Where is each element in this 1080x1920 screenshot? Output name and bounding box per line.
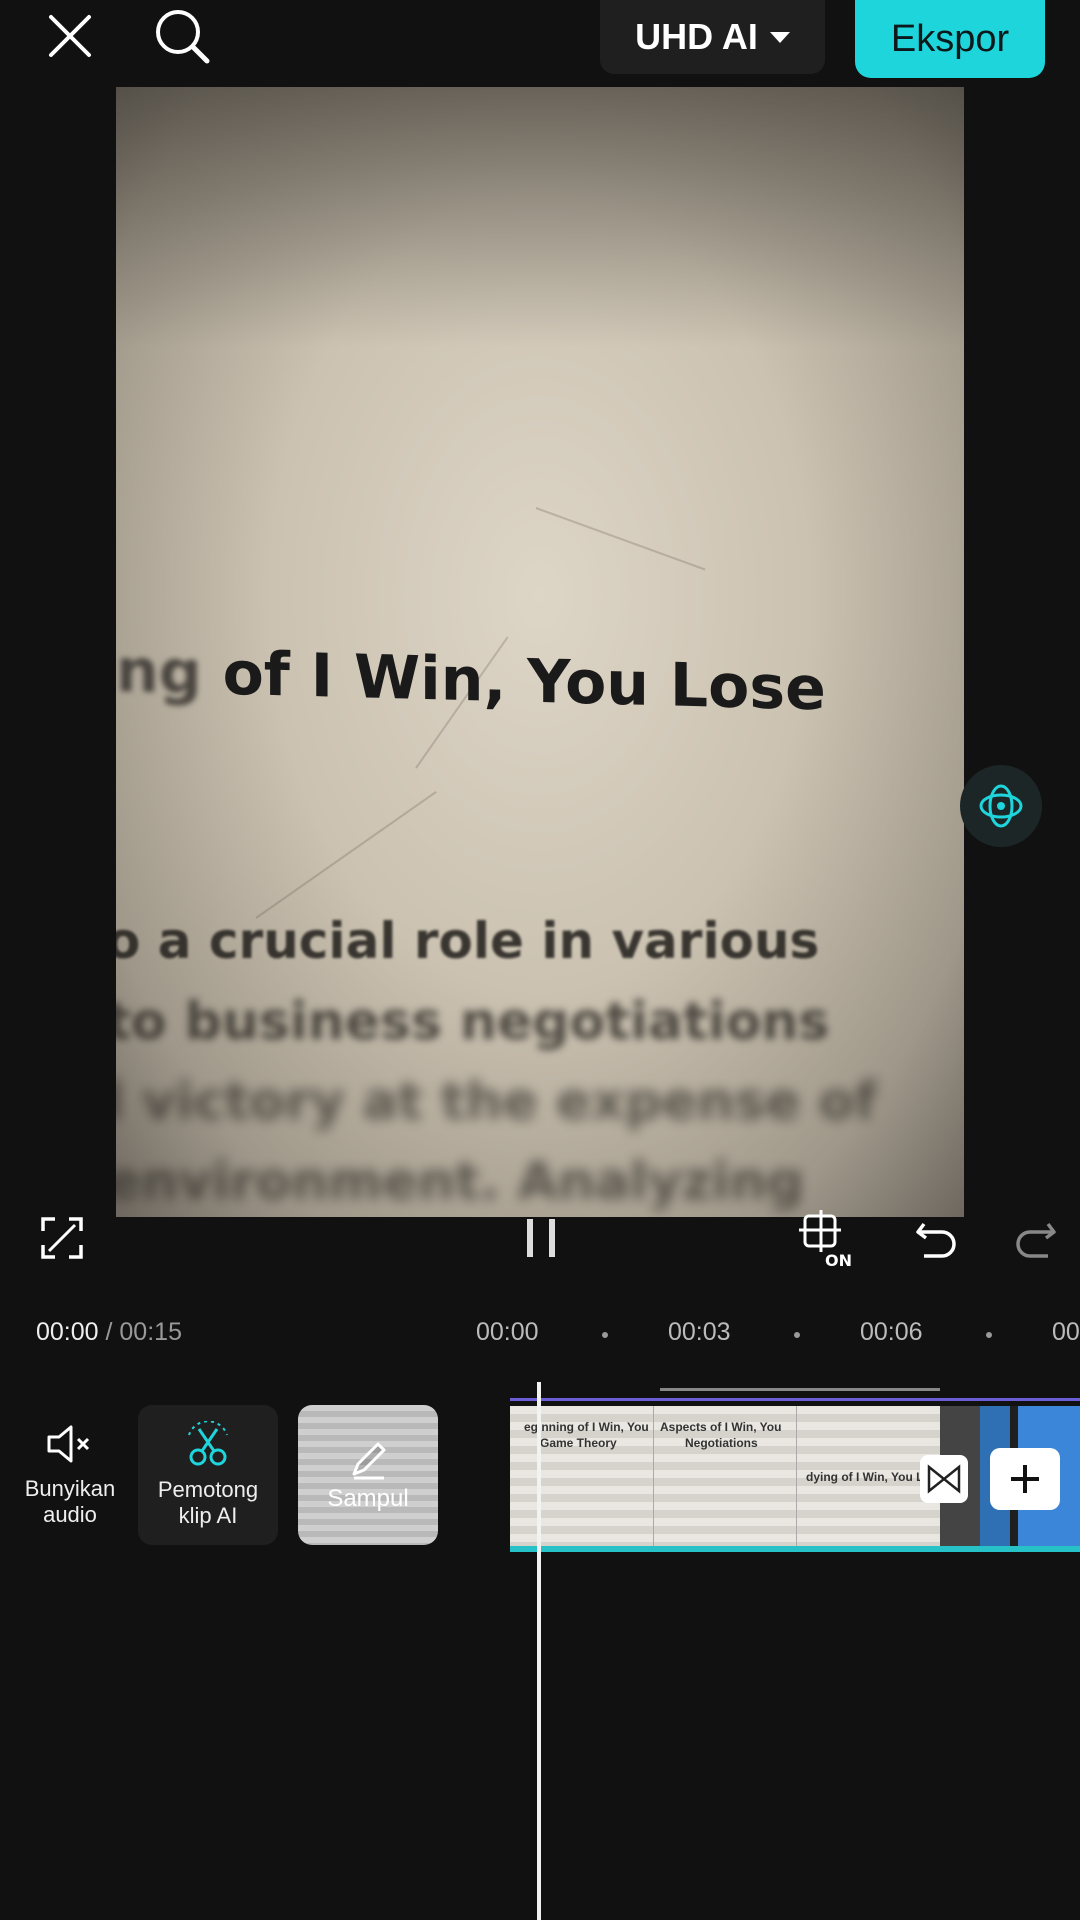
ai-clip-cutter-label: Pemotong klip AI xyxy=(157,1477,259,1528)
clip-frame-title: Aspects of I Win, You xyxy=(660,1420,782,1434)
undo-icon xyxy=(916,1222,956,1258)
ruler-time-label: 00 xyxy=(1052,1318,1080,1346)
track-scroll-indicator xyxy=(660,1388,940,1391)
paper-crease xyxy=(535,507,706,571)
video-clip[interactable]: eginning of I Win, You Game Theory Aspec… xyxy=(510,1406,940,1550)
search-button[interactable] xyxy=(148,2,216,70)
redo-icon xyxy=(1016,1222,1056,1258)
clip-frame-title: eginning of I Win, You xyxy=(524,1420,649,1434)
export-button[interactable]: Ekspor xyxy=(855,0,1045,78)
quality-label: UHD AI xyxy=(635,16,758,57)
video-body-line: l victory at the expense of xyxy=(116,1072,877,1132)
plus-icon xyxy=(1011,1465,1039,1493)
ai-clip-cutter-button[interactable]: Pemotong klip AI xyxy=(138,1405,278,1545)
ruler-time-label: 00:00 xyxy=(476,1318,539,1346)
ai-scissors-icon xyxy=(188,1421,228,1466)
pencil-icon xyxy=(352,1442,386,1480)
chevron-down-icon xyxy=(769,31,790,43)
position-adjust-button[interactable] xyxy=(960,765,1042,847)
ruler-time-label: 00:06 xyxy=(860,1318,923,1346)
cover-label: Sampul xyxy=(327,1485,409,1512)
unmute-audio-label: Bunyikan audio xyxy=(24,1476,116,1527)
ruler-dot xyxy=(794,1332,800,1338)
paper-crease xyxy=(255,790,437,919)
cover-button[interactable]: Sampul xyxy=(298,1405,438,1545)
transition-icon xyxy=(927,1464,961,1494)
ruler-time-label: 00:03 xyxy=(668,1318,731,1346)
fullscreen-button[interactable] xyxy=(36,1212,88,1264)
main-track-line xyxy=(510,1398,1080,1401)
speaker-mute-icon xyxy=(47,1425,90,1463)
video-body-line: o a crucial role in various xyxy=(116,912,820,970)
move-target-icon xyxy=(979,784,1023,828)
clip-frame-subtitle: Game Theory xyxy=(540,1436,617,1450)
video-body-line: environment. Analyzing xyxy=(116,1152,804,1212)
video-body-line: to business negotiations xyxy=(116,992,830,1052)
keyframe-on-icon: ON xyxy=(799,1210,852,1270)
keyframe-toggle[interactable]: ON xyxy=(790,1205,856,1271)
pause-icon xyxy=(527,1219,555,1257)
headline-faded-text: ng xyxy=(116,635,202,709)
close-icon xyxy=(49,15,91,57)
transition-button[interactable] xyxy=(920,1455,968,1503)
video-headline: ng of I Win, You Lose xyxy=(116,636,964,728)
preview-shadow xyxy=(116,87,964,347)
current-time: 00:00 xyxy=(36,1318,99,1346)
redo-button[interactable] xyxy=(1010,1212,1062,1264)
ruler-dot xyxy=(986,1332,992,1338)
quality-dropdown[interactable]: UHD AI xyxy=(600,0,825,74)
add-clip-button[interactable] xyxy=(990,1448,1060,1510)
ruler-dot xyxy=(602,1332,608,1338)
time-display: 00:00 / 00:15 xyxy=(36,1318,182,1347)
video-preview[interactable]: ng of I Win, You Lose o a crucial role i… xyxy=(116,87,964,1217)
keyframe-on-text: ON xyxy=(825,1251,852,1270)
close-button[interactable] xyxy=(40,6,100,66)
unmute-audio-button[interactable]: Bunyikan audio xyxy=(0,1405,140,1545)
clip-baseline xyxy=(510,1550,1080,1552)
playhead[interactable] xyxy=(537,1382,541,1920)
total-time: / 00:15 xyxy=(105,1318,182,1346)
search-icon xyxy=(156,10,210,64)
undo-button[interactable] xyxy=(910,1212,962,1264)
pause-button[interactable] xyxy=(515,1212,567,1264)
headline-text: of I Win, You Lose xyxy=(222,638,826,725)
fullscreen-icon xyxy=(41,1217,83,1259)
clip-frame-subtitle: Negotiations xyxy=(685,1436,758,1450)
